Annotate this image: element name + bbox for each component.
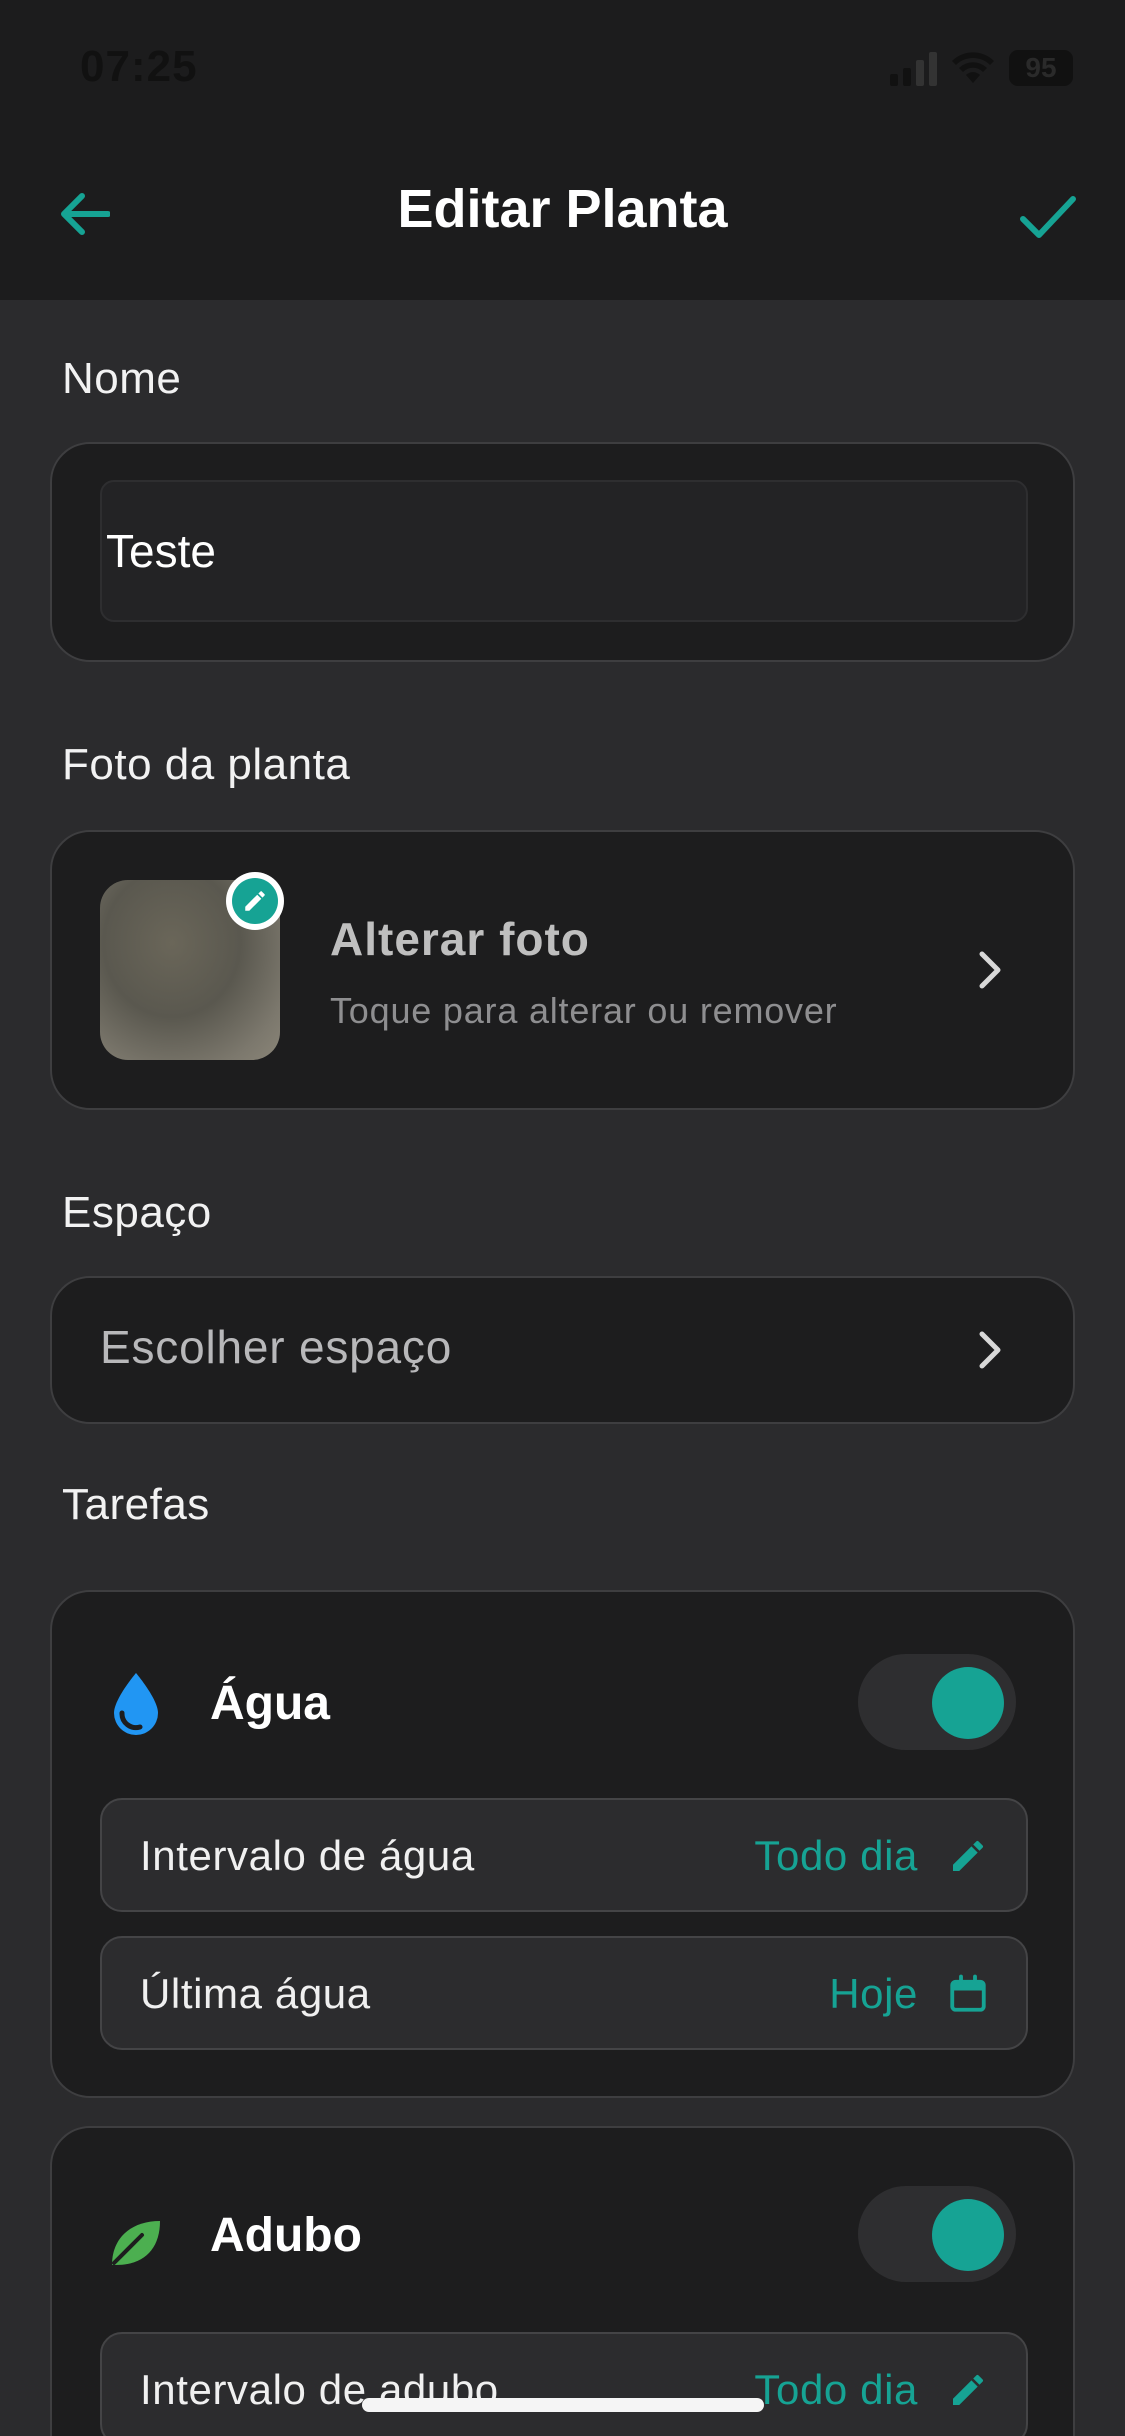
status-indicators: 95 [890, 50, 1073, 86]
last-water-row[interactable]: Última água Hoje [100, 1936, 1028, 2050]
photo-edit-badge[interactable] [226, 872, 284, 930]
water-interval-value: Todo dia [754, 1832, 918, 1879]
water-interval-row[interactable]: Intervalo de água Todo dia [100, 1798, 1028, 1912]
plant-name-input[interactable] [100, 480, 1028, 622]
space-section-label: Espaço [62, 1188, 212, 1237]
last-water-label: Última água [140, 1970, 371, 2017]
pencil-icon [946, 2368, 990, 2412]
water-task-card: Água Intervalo de água Todo dia Última á… [50, 1590, 1075, 2098]
fertilizer-task-toggle[interactable] [858, 2186, 1016, 2282]
battery-indicator: 95 [1009, 50, 1073, 86]
fertilizer-interval-row[interactable]: Intervalo de adubo Todo dia [100, 2332, 1028, 2436]
water-drop-icon [108, 1670, 164, 1736]
leaf-icon [108, 2210, 164, 2276]
chevron-right-icon [970, 950, 1010, 990]
last-water-value: Hoje [829, 1970, 918, 2017]
check-icon [1020, 196, 1076, 238]
choose-space-selector[interactable]: Escolher espaço [50, 1276, 1075, 1424]
pencil-icon [946, 1834, 990, 1878]
water-task-name: Água [210, 1677, 330, 1730]
page-title: Editar Planta [397, 179, 728, 239]
choose-space-placeholder: Escolher espaço [100, 1321, 453, 1373]
calendar-icon [946, 1972, 990, 2016]
tasks-section-label: Tarefas [62, 1480, 210, 1529]
status-time: 07:25 [80, 42, 198, 91]
photo-section-label: Foto da planta [62, 740, 351, 789]
chevron-right-icon [970, 1330, 1010, 1370]
wifi-icon [952, 52, 994, 83]
fertilizer-task-name: Adubo [210, 2209, 362, 2262]
top-bar: 07:25 95 Editar Planta [0, 0, 1125, 300]
change-photo-card[interactable]: Alterar foto Toque para alterar ou remov… [50, 830, 1075, 1110]
pencil-icon [245, 891, 265, 911]
toggle-knob [932, 1667, 1004, 1739]
change-photo-title: Alterar foto [330, 913, 590, 965]
water-interval-label: Intervalo de água [140, 1832, 475, 1879]
home-indicator[interactable] [362, 2398, 764, 2412]
water-task-toggle[interactable] [858, 1654, 1016, 1750]
fertilizer-interval-value: Todo dia [754, 2366, 918, 2413]
signal-icon [890, 50, 937, 86]
name-section-label: Nome [62, 354, 182, 403]
save-button[interactable] [1013, 182, 1083, 252]
change-photo-subtitle: Toque para alterar ou remover [330, 990, 838, 1031]
name-card [50, 442, 1075, 662]
toggle-knob [932, 2199, 1004, 2271]
fertilizer-task-card: Adubo Intervalo de adubo Todo dia [50, 2126, 1075, 2436]
